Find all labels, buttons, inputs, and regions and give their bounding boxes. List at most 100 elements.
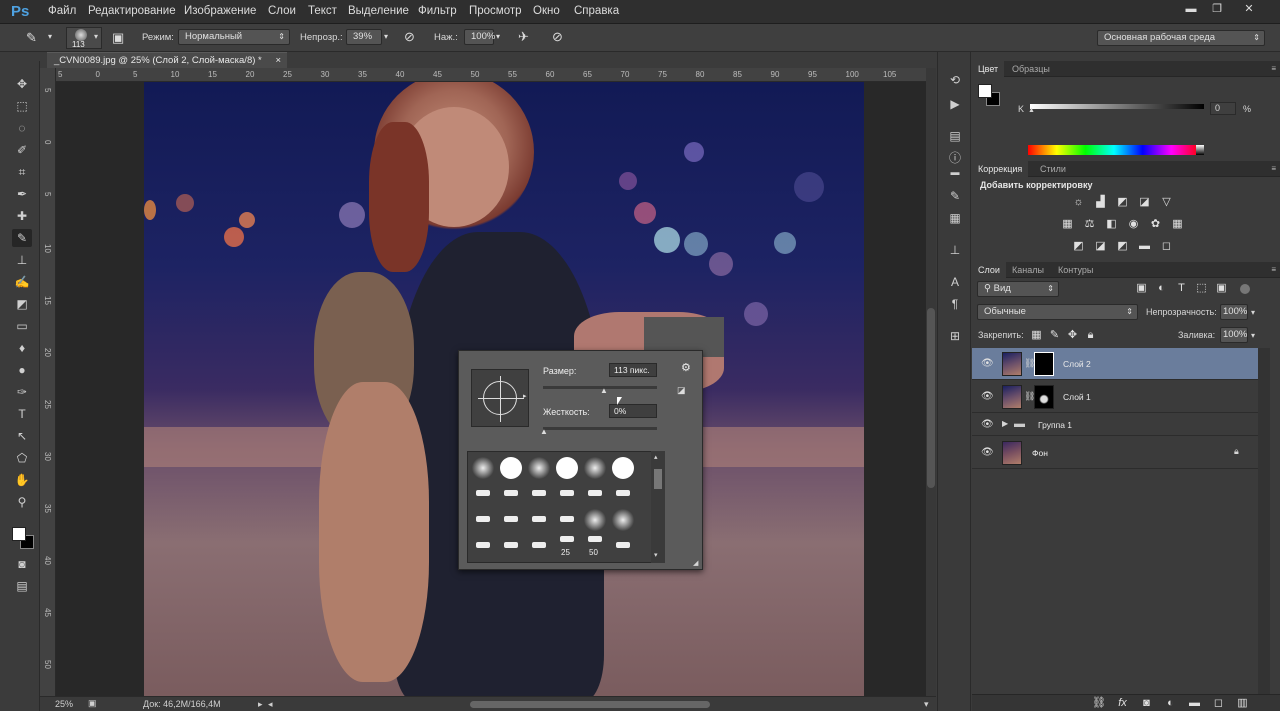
status-icon[interactable]: ▣	[88, 698, 97, 709]
quick-mask-icon[interactable]: ◙	[12, 555, 32, 573]
brush-preset[interactable]	[504, 516, 518, 522]
brush-panel-icon[interactable]: ✎	[947, 188, 963, 204]
brush-preset[interactable]	[528, 457, 550, 479]
brush-presets-panel-icon[interactable]: ▦	[947, 210, 963, 226]
hand-tool-icon[interactable]: ✋	[12, 471, 32, 489]
type-tool-icon[interactable]: T	[12, 405, 32, 423]
menu-help[interactable]: Справка	[574, 5, 619, 17]
brush-panel-icon[interactable]: ▣	[112, 31, 124, 44]
lock-transparent-icon[interactable]: ▦	[1030, 329, 1043, 342]
mask-icon[interactable]: ◙	[1140, 697, 1153, 710]
path-select-tool-icon[interactable]: ↖	[12, 427, 32, 445]
brush-preset[interactable]	[612, 509, 634, 531]
brush-preset[interactable]	[612, 457, 634, 479]
document-tab[interactable]: _CVN0089.jpg @ 25% (Слой 2, Слой-маска/8…	[47, 52, 287, 68]
eye-icon[interactable]: 👁︎	[981, 391, 994, 403]
panel-menu-icon[interactable]: ≡	[1271, 64, 1276, 73]
brush-preset[interactable]	[560, 536, 574, 542]
tab-color[interactable]: Цвет	[972, 61, 1005, 77]
blend-mode-select[interactable]: Обычные ⇕	[977, 304, 1138, 320]
history-brush-tool-icon[interactable]: ✍	[12, 273, 32, 291]
new-layer-icon[interactable]: ◻	[1212, 697, 1225, 710]
scroll-down-icon[interactable]: ▾	[924, 699, 929, 710]
menu-image[interactable]: Изображение	[184, 5, 256, 17]
brush-preset[interactable]	[504, 542, 518, 548]
pressure-size-icon[interactable]: ⊘	[552, 30, 563, 43]
layer-opacity-field[interactable]: 100%	[1220, 304, 1248, 320]
brush-preset[interactable]	[556, 457, 578, 479]
layer-mask-thumbnail[interactable]	[1034, 385, 1054, 409]
channel-mixer-icon[interactable]: ✿	[1149, 218, 1162, 231]
vertical-scroll-thumb[interactable]	[927, 308, 935, 488]
menu-window[interactable]: Окно	[533, 5, 560, 17]
eyedropper-tool-icon[interactable]: ✒	[12, 185, 32, 203]
airbrush-icon[interactable]: ✈	[518, 30, 529, 43]
brush-preset[interactable]	[476, 542, 490, 548]
menu-text[interactable]: Текст	[308, 5, 337, 17]
stamp-tool-icon[interactable]: ⊥	[12, 251, 32, 269]
new-preset-icon[interactable]: ◪	[677, 385, 686, 396]
filter-type-icon[interactable]: T	[1175, 282, 1188, 295]
pressure-opacity-icon[interactable]: ⊘	[404, 30, 415, 43]
filter-smart-object-icon[interactable]: ▣	[1215, 282, 1228, 295]
brush-preset[interactable]	[532, 490, 546, 496]
eye-icon[interactable]: 👁︎	[981, 419, 994, 431]
layer-opacity-arrow-icon[interactable]: ▾	[1251, 308, 1255, 317]
layer-row[interactable]: 👁︎ Фон 🔒︎	[972, 437, 1258, 469]
filter-toggle[interactable]	[1240, 284, 1250, 294]
brush-preset[interactable]	[588, 536, 602, 542]
brush-preset[interactable]	[504, 490, 518, 496]
lasso-tool-icon[interactable]: ◌	[12, 119, 32, 137]
brush-preset[interactable]	[532, 516, 546, 522]
menu-file[interactable]: Файл	[48, 5, 76, 17]
layer-group-row[interactable]: 👁︎ ▶ ▬ Группа 1	[972, 414, 1258, 436]
minimize-button[interactable]: ▬	[1180, 2, 1202, 16]
brush-preset[interactable]	[476, 516, 490, 522]
layer-row[interactable]: 👁︎ ⛓ Слой 2	[972, 348, 1258, 380]
quick-select-tool-icon[interactable]: ✐	[12, 141, 32, 159]
paragraph-panel-icon[interactable]: ¶	[947, 296, 963, 312]
brush-presets-list[interactable]: 25 50	[467, 451, 665, 563]
vibrance-icon[interactable]: ▽	[1160, 196, 1173, 209]
lock-pixels-icon[interactable]: ✎	[1048, 329, 1061, 342]
link-icon[interactable]: ⛓	[1092, 697, 1106, 710]
hardness-field[interactable]: 0%	[609, 404, 657, 418]
menu-select[interactable]: Выделение	[348, 5, 409, 17]
properties-panel-icon[interactable]: ▤	[947, 128, 963, 144]
layer-mask-thumbnail[interactable]	[1034, 352, 1054, 376]
hue-saturation-icon[interactable]: ▦	[1061, 218, 1074, 231]
menu-filter[interactable]: Фильтр	[418, 5, 457, 17]
zoom-level[interactable]: 25%	[55, 699, 73, 709]
adjustment-icon[interactable]: ◐	[1164, 697, 1177, 710]
brightness-icon[interactable]: ☼	[1072, 196, 1085, 209]
mode-select[interactable]: Нормальный ⇕	[178, 29, 290, 45]
zoom-tool-icon[interactable]: ⚲	[12, 493, 32, 511]
brush-preset[interactable]	[476, 490, 490, 496]
invert-icon[interactable]: ◩	[1072, 240, 1085, 253]
brush-preset[interactable]	[532, 542, 546, 548]
fill-field[interactable]: 100%	[1220, 327, 1248, 343]
tab-channels[interactable]: Каналы	[1006, 262, 1050, 278]
healing-tool-icon[interactable]: ✚	[12, 207, 32, 225]
scroll-down-icon[interactable]: ▾	[654, 551, 658, 559]
vertical-scrollbar[interactable]	[926, 68, 936, 696]
eraser-tool-icon[interactable]: ◩	[12, 295, 32, 313]
curves-icon[interactable]: ◩	[1116, 196, 1129, 209]
expand-arrow-icon[interactable]: ▶	[1002, 419, 1008, 428]
menu-view[interactable]: Просмотр	[469, 5, 522, 17]
gradient-map-icon[interactable]: ▬	[1138, 240, 1151, 253]
posterize-icon[interactable]: ◪	[1094, 240, 1107, 253]
layer-filter-select[interactable]: ⚲ Вид ⇕	[977, 281, 1059, 297]
brush-preset[interactable]	[560, 516, 574, 522]
k-field[interactable]: 0	[1210, 102, 1236, 115]
close-tab-icon[interactable]: ×	[275, 53, 281, 68]
layer-row[interactable]: 👁︎ ⛓ Слой 1	[972, 381, 1258, 413]
clone-source-panel-icon[interactable]: ⊥	[947, 242, 963, 258]
filter-adjustment-icon[interactable]: ◐	[1155, 282, 1168, 295]
color-lookup-icon[interactable]: ▦	[1171, 218, 1184, 231]
pressure-arrow-icon[interactable]: ▾	[496, 33, 500, 41]
scroll-left-icon[interactable]: ◂	[268, 699, 273, 710]
brush-preset[interactable]	[472, 457, 494, 479]
color-balance-icon[interactable]: ⚖	[1083, 218, 1096, 231]
fx-icon[interactable]: fx	[1116, 697, 1129, 710]
